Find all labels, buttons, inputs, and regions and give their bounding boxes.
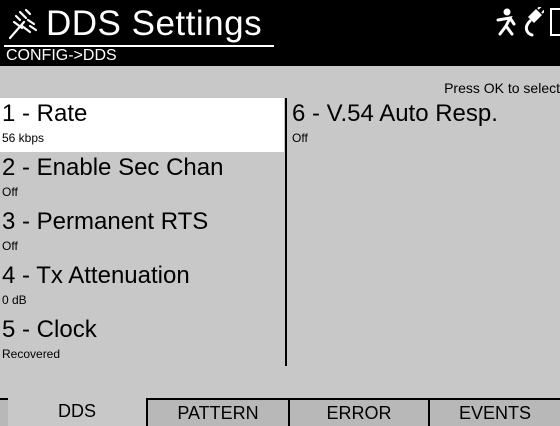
setting-label: 1 - Rate <box>2 100 88 127</box>
setting-v54-auto-resp[interactable]: 6 - V.54 Auto Resp. Off <box>290 98 560 152</box>
breadcrumb: CONFIG->DDS <box>6 47 117 64</box>
setting-value: Off <box>2 239 18 253</box>
title-row: DDS Settings <box>4 4 262 44</box>
setting-label: 2 - Enable Sec Chan <box>2 154 224 181</box>
tab-bar: DDS PATTERN ERROR EVENTS <box>0 396 560 426</box>
settings-list-left: 1 - Rate 56 kbps 2 - Enable Sec Chan Off… <box>0 98 284 366</box>
setting-rate[interactable]: 1 - Rate 56 kbps <box>0 98 284 152</box>
setting-permanent-rts[interactable]: 3 - Permanent RTS Off <box>0 206 284 260</box>
battery-icon <box>550 7 560 42</box>
plug-icon <box>522 3 547 42</box>
tab-dds[interactable]: DDS <box>8 396 146 426</box>
hint-text: Press OK to select <box>444 80 560 96</box>
dds-logo-icon <box>4 6 42 42</box>
setting-value: Off <box>292 131 308 145</box>
tab-error[interactable]: ERROR <box>288 400 428 426</box>
header-bar: DDS Settings CONFIG->DDS <box>0 0 560 66</box>
setting-value: 56 kbps <box>2 131 45 145</box>
setting-label: 6 - V.54 Auto Resp. <box>292 100 498 127</box>
person-running-icon <box>494 8 516 41</box>
setting-label: 5 - Clock <box>2 316 97 343</box>
page-title: DDS Settings <box>46 4 263 43</box>
tab-pattern[interactable]: PATTERN <box>146 400 288 426</box>
settings-list-right: 6 - V.54 Auto Resp. Off <box>290 98 560 366</box>
setting-value: Recovered <box>2 347 61 361</box>
active-tab-join <box>8 396 146 400</box>
status-icons <box>494 3 560 42</box>
setting-enable-sec-chan[interactable]: 2 - Enable Sec Chan Off <box>0 152 284 206</box>
setting-clock[interactable]: 5 - Clock Recovered <box>0 314 284 368</box>
tab-events[interactable]: EVENTS <box>428 400 560 426</box>
column-divider <box>285 98 287 366</box>
setting-value: Off <box>2 185 18 199</box>
setting-label: 4 - Tx Attenuation <box>2 262 190 289</box>
setting-label: 3 - Permanent RTS <box>2 208 209 235</box>
setting-value: 0 dB <box>2 293 27 307</box>
setting-tx-attenuation[interactable]: 4 - Tx Attenuation 0 dB <box>0 260 284 314</box>
